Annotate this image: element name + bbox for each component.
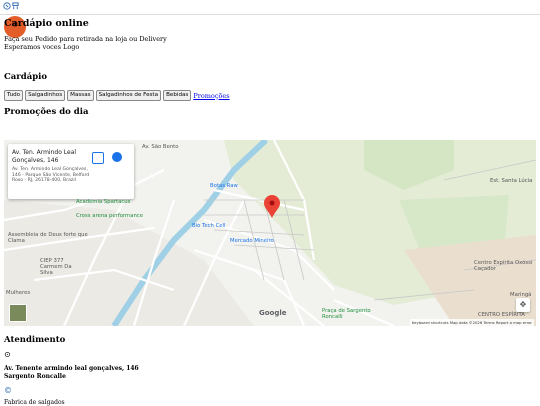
map-label-cross[interactable]: Cross arena performance	[76, 213, 143, 219]
map-card-title: Av. Ten. Armindo Leal Gonçalves, 146	[12, 149, 77, 164]
map[interactable]: Av. Ten. Armindo Leal Gonçalves, 146 Av.…	[4, 140, 536, 326]
google-logo: Google	[259, 309, 287, 317]
whatsapp-contact-icon[interactable]: ©	[4, 386, 12, 395]
tab-massas[interactable]: Massas	[67, 90, 94, 101]
hero-line-1: Faça seu Pedido para retirada na loja ou…	[4, 35, 167, 43]
menu-heading: Cardápio	[4, 72, 48, 82]
map-info-card: Av. Ten. Armindo Leal Gonçalves, 146 Av.…	[8, 144, 134, 199]
promo-link[interactable]: Promoções	[193, 92, 229, 100]
map-move-control-icon[interactable]: ✥	[516, 298, 530, 312]
cart-icon[interactable]	[12, 2, 19, 13]
map-label-centro-2[interactable]: CENTRO ESPÍRITA	[478, 312, 525, 318]
category-tabs: Tudo Salgadinhos Massas Salgadinhos de F…	[4, 90, 230, 101]
location-pin-icon: ⊙	[4, 350, 11, 359]
whatsapp-icon[interactable]	[3, 2, 11, 13]
map-label-santa-lucia: Est. Santa Lúcia	[490, 178, 533, 184]
map-label-sao-bento: Av. São Bento	[142, 144, 179, 150]
map-label-botas[interactable]: Botas Raw	[210, 183, 238, 189]
map-label-ciep[interactable]: CIEP 377 Carmem Da Silva	[40, 258, 84, 276]
map-card-address: Av. Ten. Armindo Leal Gonçalves, 146 - P…	[12, 167, 90, 184]
map-label-academia[interactable]: Academia Spartacus	[76, 199, 130, 205]
tab-salgadinhos[interactable]: Salgadinhos	[25, 90, 66, 101]
service-heading: Atendimento	[4, 335, 66, 345]
map-label-centro-1[interactable]: Centro Espírita Oxóssi Caçador	[474, 260, 534, 272]
map-attribution[interactable]: Keyboard shortcuts Map data ©2026 Terms …	[409, 319, 534, 326]
service-address-1: Av. Tenente armindo leal gonçalves, 146	[4, 365, 139, 372]
tab-salgadinhos-festa[interactable]: Salgadinhos de Festa	[95, 90, 162, 101]
map-label-biotech[interactable]: Bio Tech Cell	[192, 223, 225, 229]
top-bar	[0, 0, 540, 15]
hero-line-2: Esperamos voces Logo	[4, 43, 80, 51]
tab-tudo[interactable]: Tudo	[4, 90, 24, 101]
map-label-mercado[interactable]: Mercado Mineiro	[230, 238, 274, 244]
open-in-maps-icon[interactable]	[92, 152, 104, 164]
page-title: Cardápio online	[4, 18, 89, 29]
service-address-2: Sargento Roncalle	[4, 373, 66, 380]
tab-bebidas[interactable]: Bebidas	[163, 90, 192, 101]
street-view-thumbnail[interactable]	[9, 304, 27, 322]
promos-heading: Promoções do dia	[4, 107, 89, 117]
map-label-praca[interactable]: Praça de Sargento Roncalli	[322, 308, 374, 320]
directions-icon[interactable]	[112, 152, 122, 162]
map-label-assembleia[interactable]: Assembleia de Deus forte que Clama	[8, 232, 88, 244]
map-label-mulheres: Mulheres	[6, 290, 31, 296]
